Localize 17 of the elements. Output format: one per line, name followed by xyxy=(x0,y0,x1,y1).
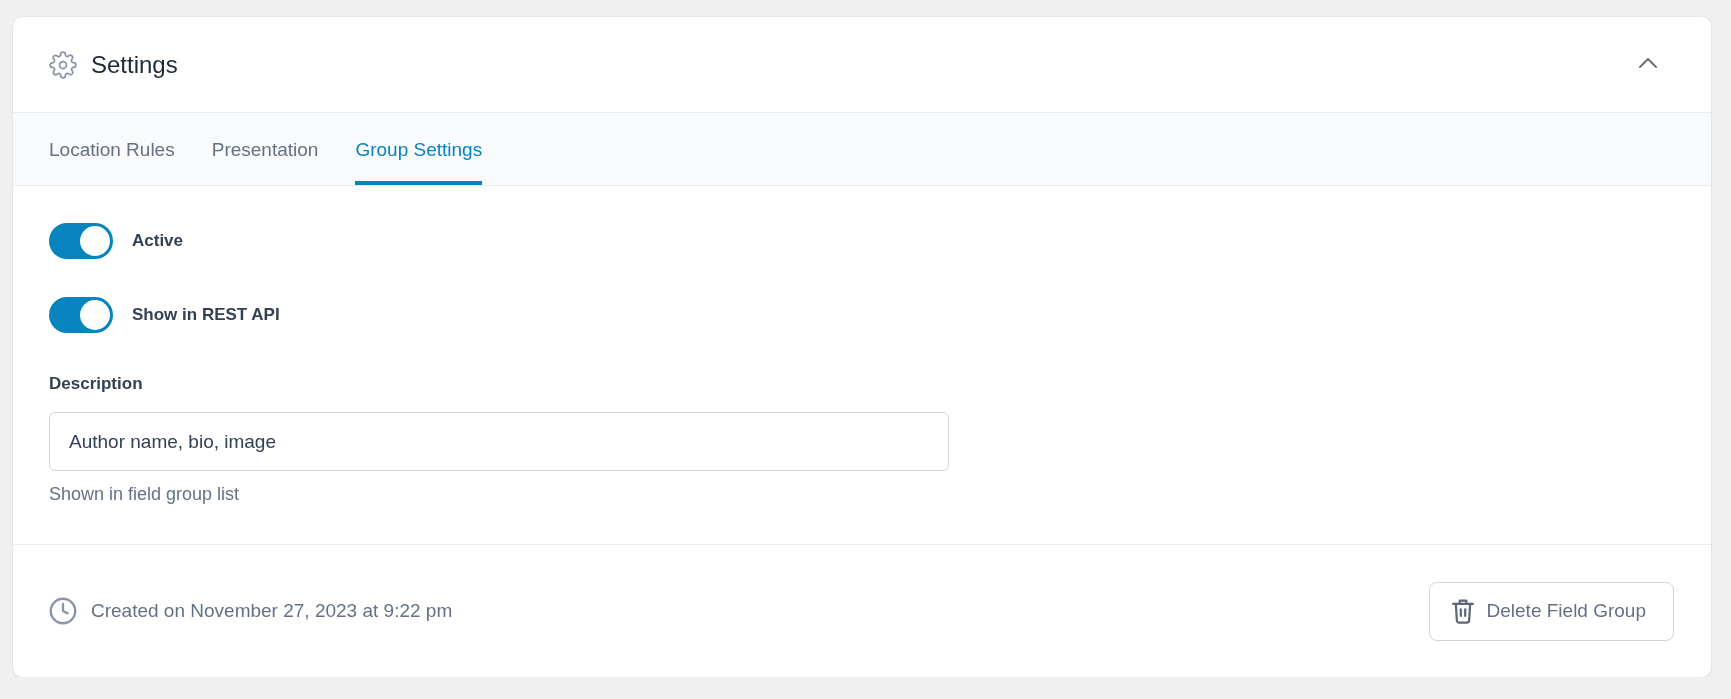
created-date-text: Created on November 27, 2023 at 9:22 pm xyxy=(91,600,453,622)
field-hint: Shown in field group list xyxy=(49,483,240,505)
description-input[interactable]: Author name, bio, image xyxy=(49,412,949,471)
clock-icon xyxy=(49,597,77,625)
toggle-switch[interactable] xyxy=(49,297,113,333)
chevron-up-icon[interactable] xyxy=(1639,56,1657,69)
tab[interactable]: Group Settings xyxy=(355,113,483,185)
toggle-label: Show in REST API xyxy=(132,305,280,325)
tab[interactable]: Location Rules xyxy=(49,113,175,185)
delete-button[interactable]: Delete Field Group xyxy=(1428,581,1674,641)
toggle-label: Active xyxy=(132,231,184,251)
trash-icon xyxy=(1451,598,1474,624)
gear-icon xyxy=(49,50,77,79)
toggle-switch[interactable] xyxy=(49,223,113,259)
tab[interactable]: Presentation xyxy=(211,113,319,185)
field-label: Description xyxy=(49,373,143,395)
panel-title: Settings xyxy=(91,50,178,79)
